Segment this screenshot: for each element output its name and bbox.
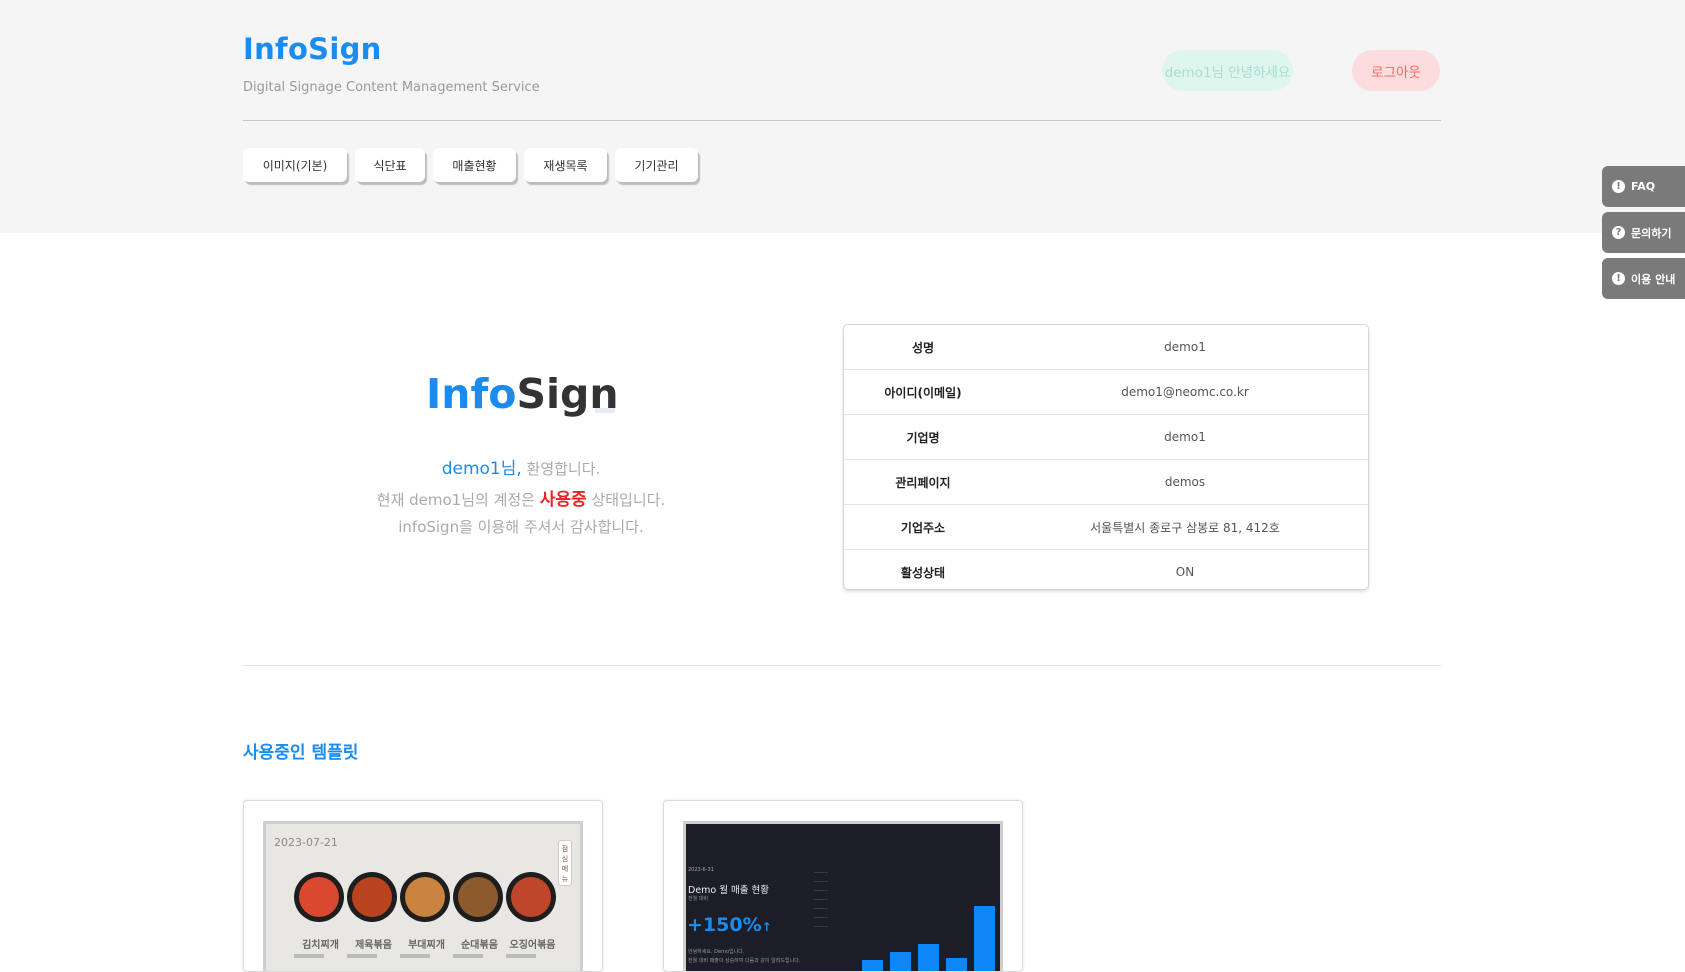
- typing-cursor: [595, 408, 615, 413]
- dish-plate: [347, 872, 397, 922]
- dish-names: 김치찌개 제육볶음 부대찌개 순대볶음 오징어볶음: [294, 936, 559, 951]
- template-card-menu[interactable]: 2023-07-21 점심메뉴 김치찌개 제육볶음 부대찌개 순대볶음 오징어볶…: [243, 800, 603, 972]
- status-suffix: 상태입니다.: [586, 491, 666, 509]
- table-row: 기업주소 서울특별시 종로구 삼봉로 81, 412호: [844, 505, 1368, 550]
- question-icon: ?: [1612, 226, 1625, 239]
- dish-plate: [294, 872, 344, 922]
- sales-change-value: +150%: [687, 914, 762, 936]
- menu-template-preview: 2023-07-21 점심메뉴 김치찌개 제육볶음 부대찌개 순대볶음 오징어볶…: [263, 821, 583, 971]
- header-divider: [243, 120, 1441, 121]
- chart-gridline: [814, 881, 828, 882]
- dish-food: [299, 877, 339, 917]
- dish-name: 부대찌개: [408, 940, 445, 951]
- row-value: demo1@neomc.co.kr: [1121, 385, 1249, 399]
- menu-tag: 점심메뉴: [558, 840, 572, 886]
- dish-plates: [294, 872, 559, 922]
- dish-plate: [506, 872, 556, 922]
- table-row: 성명 demo1: [844, 325, 1368, 370]
- sales-bar: [918, 944, 939, 971]
- header-area: InfoSign Digital Signage Content Managem…: [0, 0, 1685, 233]
- row-value: demo1: [1164, 340, 1206, 354]
- main-nav: 이미지(기본) 식단표 매출현황 재생목록 기기관리: [243, 148, 706, 182]
- row-value: ON: [1175, 565, 1195, 579]
- nav-playlist[interactable]: 재생목록: [524, 148, 607, 182]
- dish-name: 김치찌개: [302, 940, 339, 951]
- row-label: 관리페이지: [895, 475, 951, 490]
- dish-name: 순대볶음: [461, 940, 498, 951]
- row-label: 기업명: [906, 430, 940, 445]
- side-quick-tabs: ! FAQ ? 문의하기 ! 이용 안내: [1602, 166, 1685, 304]
- thanks-line: infoSign을 이용해 주셔서 감사합니다.: [398, 518, 644, 536]
- nav-image-basic[interactable]: 이미지(기본): [243, 148, 347, 182]
- nav-meal-plan[interactable]: 식단표: [355, 148, 425, 182]
- templates-section-title: 사용중인 템플릿: [243, 743, 359, 763]
- account-info-table: 성명 demo1 아이디(이메일) demo1@neomc.co.kr 기업명 dem…: [843, 324, 1369, 590]
- site-logo[interactable]: InfoSign: [243, 32, 382, 66]
- logout-button[interactable]: 로그아웃: [1352, 50, 1440, 91]
- row-label: 기업주소: [900, 520, 946, 535]
- dish-plate: [453, 872, 503, 922]
- dish-food: [352, 877, 392, 917]
- dish-name: 제육볶음: [355, 940, 392, 951]
- section-divider: [243, 665, 1441, 666]
- side-tab-guide[interactable]: ! 이용 안내: [1602, 258, 1685, 299]
- dish-name: 오징어볶음: [509, 940, 556, 951]
- status-value: 사용중: [539, 490, 587, 510]
- info-icon: !: [1612, 180, 1625, 193]
- hero-logo-info: Info: [426, 370, 517, 418]
- sales-date: 2023-6-31: [688, 867, 714, 873]
- dish-food: [511, 877, 551, 917]
- sales-template-preview: 2023-6-31 Demo 월 매출 현황 전월 대비 +150%↑ 안녕하세…: [683, 821, 1003, 971]
- row-value: demos: [1164, 475, 1206, 489]
- dish-food: [405, 877, 445, 917]
- chart-gridline: [814, 899, 828, 900]
- side-tab-label: 이용 안내: [1631, 272, 1676, 286]
- chart-gridline: [814, 890, 828, 891]
- greeting-badge: demo1님 안녕하세요: [1162, 50, 1293, 91]
- row-label: 아이디(이메일): [884, 385, 962, 400]
- menu-date: 2023-07-21: [274, 836, 338, 849]
- sales-bar: [974, 906, 995, 971]
- chart-gridline: [814, 917, 828, 918]
- side-tab-label: FAQ: [1631, 180, 1656, 193]
- sales-bar: [946, 958, 967, 971]
- table-row: 활성상태 ON: [844, 550, 1368, 589]
- sales-note: 안녕하세요. Demo입니다.: [688, 949, 745, 955]
- side-tab-faq[interactable]: ! FAQ: [1602, 166, 1685, 207]
- sales-note-detail: 전월 대비 매출이 상승하여 다음과 같이 알려드립니다.: [688, 958, 801, 964]
- site-tagline: Digital Signage Content Management Servi…: [243, 80, 540, 95]
- template-card-sales[interactable]: 2023-6-31 Demo 월 매출 현황 전월 대비 +150%↑ 안녕하세…: [663, 800, 1023, 972]
- sales-bar: [890, 952, 911, 971]
- chart-gridline: [814, 872, 828, 873]
- row-value: demo1: [1164, 430, 1206, 444]
- welcome-text: 환영합니다.: [521, 460, 601, 478]
- welcome-line: demo1님, 환영합니다.: [320, 454, 722, 479]
- dish-plate: [400, 872, 450, 922]
- sales-title: Demo 월 매출 현황: [688, 885, 769, 896]
- sales-subtitle: 전월 대비: [688, 896, 708, 902]
- sales-bar: [862, 960, 883, 971]
- table-row: 기업명 demo1: [844, 415, 1368, 460]
- dish-food: [458, 877, 498, 917]
- table-row: 아이디(이메일) demo1@neomc.co.kr: [844, 370, 1368, 415]
- hero-logo: InfoSign: [426, 370, 619, 418]
- nav-device-management[interactable]: 기기관리: [615, 148, 698, 182]
- status-prefix: 현재 demo1님의 계정은: [376, 491, 540, 509]
- row-value: 서울특별시 종로구 삼봉로 81, 412호: [1090, 520, 1280, 535]
- welcome-name: demo1님,: [441, 459, 522, 479]
- row-label: 성명: [911, 340, 935, 355]
- table-row: 관리페이지 demos: [844, 460, 1368, 505]
- arrow-up-icon: ↑: [761, 920, 772, 934]
- chart-gridline: [814, 908, 828, 909]
- side-tab-label: 문의하기: [1631, 226, 1672, 240]
- sales-change: +150%↑: [687, 914, 772, 936]
- row-label: 활성상태: [900, 565, 946, 580]
- dish-descriptions: [294, 954, 554, 958]
- info-icon: !: [1612, 272, 1625, 285]
- nav-sales-status[interactable]: 매출현황: [433, 148, 516, 182]
- chart-gridline: [814, 926, 828, 927]
- status-line: 현재 demo1님의 계정은 사용중 상태입니다.: [320, 485, 722, 510]
- side-tab-inquiry[interactable]: ? 문의하기: [1602, 212, 1685, 253]
